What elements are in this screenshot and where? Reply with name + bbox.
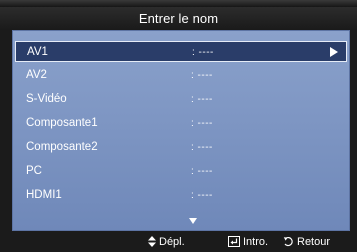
list-item-value: : ---- [191, 142, 213, 153]
return-hint-label: Retour [297, 236, 331, 248]
return-arrow-icon [283, 237, 293, 247]
list-item-label: AV1 [27, 46, 48, 58]
up-down-arrows-icon [148, 236, 156, 247]
list-item-value: : ---- [191, 118, 213, 129]
list-item-label: PC [26, 165, 42, 177]
menu-title: Entrer le nom [0, 7, 357, 30]
list-item-label: S-Vidéo [26, 93, 67, 105]
name-list-panel: AV1 : ---- AV2 : ---- S-Vidéo : ---- Com… [12, 30, 350, 231]
right-arrow-icon [330, 47, 338, 57]
list-item-composante2[interactable]: Composante2 : ---- [13, 137, 349, 158]
list-item-av1[interactable]: AV1 : ---- [15, 41, 347, 62]
list-item-value: : ---- [191, 190, 213, 201]
list-item-value: : ---- [192, 47, 214, 58]
list-item-pc[interactable]: PC : ---- [13, 161, 349, 182]
list-item-label: Composante1 [26, 117, 98, 129]
list-item-composante1[interactable]: Composante1 : ---- [13, 113, 349, 134]
top-band [0, 0, 357, 7]
list-item-value: : ---- [191, 166, 213, 177]
list-item-av2[interactable]: AV2 : ---- [13, 65, 349, 86]
move-hint: Dépl. [148, 232, 185, 252]
enter-hint: Intro. [228, 232, 268, 252]
enter-hint-label: Intro. [243, 236, 269, 248]
list-item-s-video[interactable]: S-Vidéo : ---- [13, 89, 349, 110]
list-item-hdmi1[interactable]: HDMI1 : ---- [13, 185, 349, 206]
list-item-label: HDMI1 [26, 189, 62, 201]
list-item-value: : ---- [191, 70, 213, 81]
list-item-label: Composante2 [26, 141, 98, 153]
list-item-value: : ---- [191, 94, 213, 105]
footer-hints: Dépl. Intro. Retour [0, 232, 357, 252]
move-hint-label: Dépl. [159, 236, 185, 248]
list-item-label: AV2 [26, 69, 47, 81]
enter-key-icon [228, 236, 240, 247]
osd-window: Entrer le nom AV1 : ---- AV2 : ---- S-Vi… [0, 0, 357, 252]
return-hint: Retour [283, 232, 330, 252]
scroll-down-arrow-icon[interactable] [189, 218, 197, 224]
